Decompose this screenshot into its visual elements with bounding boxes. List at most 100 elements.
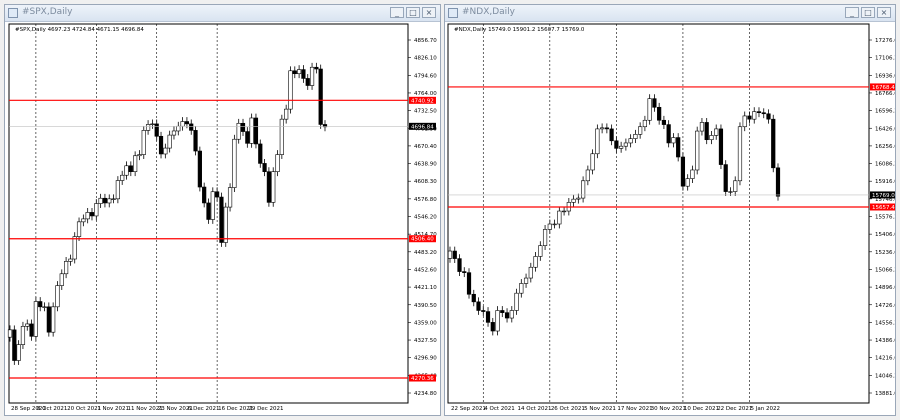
y-tick-label: 4576.80 — [414, 197, 437, 203]
candle-body — [452, 250, 457, 259]
level-price-label: 4270.36 — [411, 376, 434, 382]
candle-body — [275, 154, 280, 172]
candle-body — [111, 198, 116, 200]
candle-body — [297, 69, 302, 75]
x-axis-label: 10 Dec 2021 — [684, 406, 719, 412]
candle — [666, 120, 671, 148]
y-tick-label: 4794.60 — [414, 73, 437, 79]
candle — [29, 319, 34, 341]
candle — [163, 143, 168, 159]
candle — [288, 66, 293, 114]
ndx-chart-window[interactable]: #NDX,Daily _ □ × #NDX,Daily 15749.0 1590… — [444, 4, 896, 416]
candle-body — [504, 312, 510, 319]
candle — [154, 119, 159, 141]
y-tick-label: 4638.90 — [414, 162, 437, 168]
candle — [471, 289, 476, 307]
candle-body — [189, 123, 194, 131]
candle — [476, 297, 481, 315]
maximize-button[interactable]: □ — [406, 7, 420, 18]
ndx-window-titlebar[interactable]: #NDX,Daily _ □ × — [445, 5, 895, 22]
y-tick-label: 15236.6 — [875, 250, 895, 256]
x-axis-label: 26 Oct 2021 — [551, 406, 585, 412]
candle-body — [262, 163, 267, 172]
candle — [297, 65, 302, 79]
candle — [284, 104, 289, 124]
y-tick-label: 15916.0 — [875, 179, 895, 185]
y-tick-label: 16256.6 — [875, 144, 895, 150]
y-tick-label: 13881.0 — [875, 391, 895, 397]
candle — [223, 202, 228, 247]
candle — [279, 114, 284, 159]
x-axis-label: 6 Dec 2021 — [188, 406, 220, 412]
x-axis-label: 22 Dec 2021 — [717, 406, 752, 412]
candle — [16, 340, 21, 365]
candle-body — [158, 135, 164, 155]
candle-body — [652, 98, 657, 108]
candle — [756, 107, 762, 118]
y-tick-label: 4670.40 — [414, 144, 437, 150]
candle — [714, 124, 719, 140]
y-tick-label: 16766.6 — [875, 91, 895, 97]
y-tick-label: 4608.30 — [414, 179, 437, 185]
ndx-price-chart[interactable]: #NDX,Daily 15749.0 15901.2 15607.7 15769… — [445, 22, 895, 415]
candle-body — [595, 128, 600, 155]
candle-body — [699, 122, 705, 132]
current-price-label: 4696.84 — [411, 124, 434, 130]
candle-body — [538, 245, 543, 257]
candle-body — [46, 306, 51, 333]
candle-body — [279, 118, 284, 155]
candle — [485, 307, 491, 327]
x-axis-label: 17 Nov 2021 — [617, 406, 652, 412]
candle-body — [561, 210, 567, 213]
x-axis-label: 14 Oct 2021 — [518, 406, 552, 412]
close-button[interactable]: × — [877, 7, 891, 18]
candle — [176, 121, 181, 136]
maximize-button[interactable]: □ — [861, 7, 875, 18]
candle — [72, 232, 77, 264]
candle — [657, 102, 662, 125]
candle-body — [206, 202, 211, 220]
y-tick-label: 16426.0 — [875, 126, 895, 132]
candle-body — [115, 180, 120, 200]
candle — [676, 133, 681, 162]
candle — [120, 170, 125, 185]
candle — [102, 193, 108, 208]
candle — [38, 297, 43, 312]
minimize-button[interactable]: _ — [845, 7, 859, 18]
candle-body — [609, 128, 614, 142]
candle — [124, 161, 129, 180]
candle — [671, 133, 676, 148]
candle-body — [462, 271, 467, 273]
minimize-button[interactable]: _ — [390, 7, 404, 18]
candle-body — [519, 283, 524, 294]
candle — [305, 74, 310, 90]
close-button[interactable]: × — [422, 7, 436, 18]
y-tick-label: 14726.6 — [875, 303, 895, 309]
candle-body — [718, 128, 724, 165]
candle — [33, 297, 38, 341]
candle-body — [240, 122, 246, 132]
candle — [452, 246, 457, 264]
candle — [695, 126, 700, 175]
candle — [585, 165, 590, 186]
candle — [457, 254, 462, 276]
level-price-label: 4506.40 — [411, 237, 434, 243]
candle-body — [657, 106, 662, 121]
y-tick-label: 14896.0 — [875, 285, 895, 291]
y-tick-label: 15066.3 — [875, 267, 895, 273]
y-tick-label: 14216.6 — [875, 356, 895, 362]
ndx-window-title: #NDX,Daily — [462, 7, 516, 17]
candle-body — [245, 131, 250, 144]
spx-window-titlebar[interactable]: #SPX,Daily _ □ × — [5, 5, 440, 22]
spx-price-chart[interactable]: #SPX,Daily 4697.23 4724.84 4671.15 4696.… — [5, 22, 440, 415]
candle-body — [81, 218, 86, 223]
spx-window-title: #SPX,Daily — [22, 7, 73, 17]
spx-chart-window[interactable]: #SPX,Daily _ □ × #SPX,Daily 4697.23 4724… — [4, 4, 441, 416]
candle — [723, 160, 728, 196]
candle-body — [128, 165, 133, 172]
candle-body — [271, 171, 276, 203]
candle-body — [210, 191, 215, 220]
y-tick-label: 14386.0 — [875, 338, 895, 344]
candle — [500, 306, 505, 318]
candle — [85, 207, 90, 224]
